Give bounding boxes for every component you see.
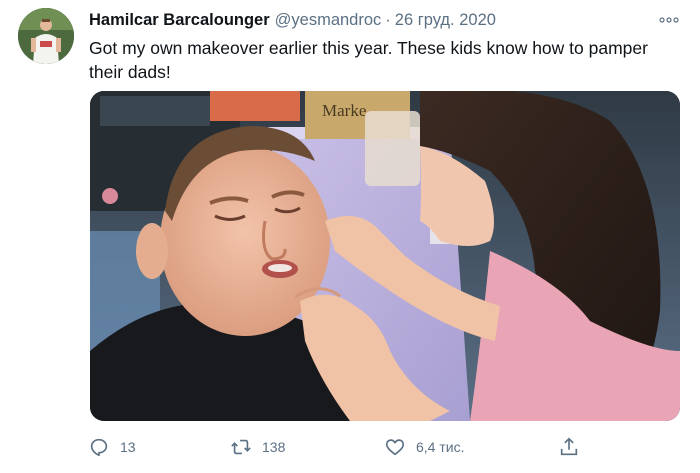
avatar[interactable]	[18, 8, 74, 64]
tweet: Hamilcar Barcalounger @yesmandroc · 26 груд…	[0, 0, 700, 473]
tweet-text: Got my own makeover earlier this year. T…	[89, 38, 648, 82]
author-name[interactable]: Hamilcar Barcalounger	[89, 11, 270, 29]
box-label: Marke	[322, 101, 366, 120]
more-button[interactable]	[656, 10, 682, 30]
more-icon	[659, 17, 679, 23]
reply-icon	[88, 436, 110, 458]
reply-count: 13	[120, 439, 136, 455]
like-icon	[384, 436, 406, 458]
share-button[interactable]	[558, 434, 580, 460]
action-bar: 13 138 6,4 тис.	[88, 434, 598, 460]
avatar-image	[18, 8, 74, 64]
photo-illustration: Marke	[90, 91, 680, 421]
author-handle[interactable]: @yesmandroc	[275, 11, 382, 29]
tweet-date[interactable]: 26 груд. 2020	[395, 11, 496, 29]
retweet-button[interactable]: 138	[230, 434, 285, 460]
like-button[interactable]: 6,4 тис.	[384, 434, 464, 460]
share-icon	[558, 436, 580, 458]
like-count: 6,4 тис.	[416, 439, 465, 455]
tweet-header: Hamilcar Barcalounger @yesmandroc · 26 груд…	[89, 9, 670, 31]
retweet-icon	[230, 436, 252, 458]
tweet-photo[interactable]: Marke	[90, 91, 680, 421]
retweet-count: 138	[262, 439, 286, 455]
reply-button[interactable]: 13	[88, 434, 136, 460]
separator-dot: ·	[385, 11, 391, 29]
